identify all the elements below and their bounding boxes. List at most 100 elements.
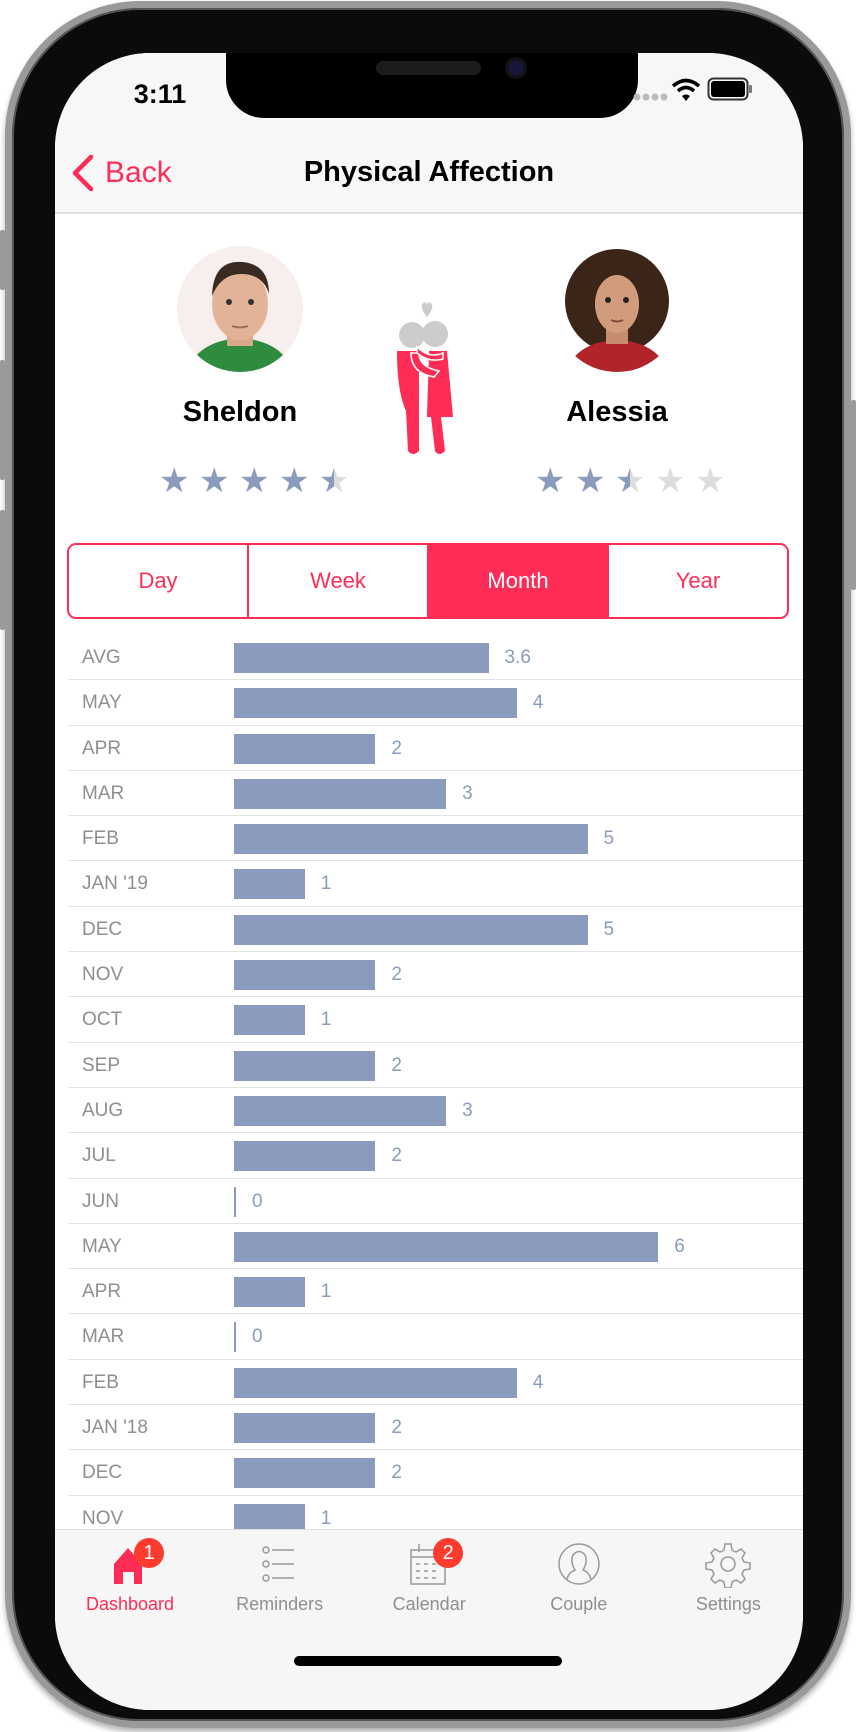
- table-row[interactable]: MAY 4: [68, 680, 803, 726]
- row-label: DEC: [82, 1462, 123, 1484]
- table-row[interactable]: MAR 3: [68, 771, 803, 817]
- row-value: 2: [391, 964, 402, 986]
- tab-calendar[interactable]: Calendar 2: [354, 1530, 504, 1640]
- row-value: 4: [532, 692, 544, 714]
- row-value: 5: [603, 918, 615, 940]
- bar: [234, 1413, 376, 1444]
- volume-down-button: [0, 510, 5, 630]
- tab-settings[interactable]: Settings: [653, 1530, 803, 1640]
- row-value: 5: [603, 828, 615, 850]
- row-label: AUG: [82, 1099, 124, 1121]
- row-value: 6: [674, 1235, 685, 1257]
- row-value: 0: [252, 1326, 263, 1348]
- row-label: FEB: [82, 828, 119, 850]
- table-row[interactable]: JAN '18 2: [68, 1405, 803, 1451]
- row-value: 4: [532, 1371, 544, 1393]
- period-segmented-control: Day Week Month Year: [67, 543, 789, 619]
- table-row[interactable]: JUL 2: [68, 1133, 803, 1179]
- mute-switch: [0, 230, 5, 290]
- avatar-alessia[interactable]: [554, 246, 680, 372]
- bar-list: AVG 3.6 MAY 4 APR 2 MAR 3 FEB 5 JAN '19 1 DEC 5 NOV 2 OC…: [55, 635, 803, 1541]
- table-row[interactable]: JUN 0: [68, 1179, 803, 1224]
- table-row[interactable]: NOV 2: [68, 952, 803, 998]
- table-row[interactable]: FEB 4: [68, 1360, 803, 1406]
- row-value: 2: [391, 1462, 402, 1484]
- tab-couple[interactable]: Couple: [504, 1530, 654, 1640]
- bar: [234, 824, 588, 855]
- bar: [234, 1186, 236, 1217]
- row-label: DEC: [82, 918, 123, 940]
- row-label: NOV: [82, 964, 124, 986]
- row-label: JAN '18: [82, 1417, 148, 1439]
- star-fill: ★: [319, 465, 334, 497]
- row-label: AVG: [82, 647, 121, 668]
- table-row[interactable]: APR 2: [68, 726, 803, 771]
- row-value: 1: [320, 1281, 332, 1303]
- segment-year[interactable]: Year: [607, 545, 787, 617]
- row-value: 3: [462, 1099, 473, 1121]
- row-label: JAN '19: [82, 873, 148, 895]
- avatar-sheldon[interactable]: [177, 246, 303, 372]
- table-row[interactable]: SEP 2: [68, 1043, 803, 1088]
- star-fill: ★: [535, 465, 565, 497]
- segment-month[interactable]: Month: [427, 545, 607, 617]
- couple-hug-icon: [397, 302, 453, 454]
- tab-reminders[interactable]: Reminders: [205, 1530, 355, 1640]
- table-row[interactable]: MAR 0: [68, 1314, 803, 1360]
- row-label: FEB: [82, 1371, 119, 1393]
- star-icon: ★★: [319, 462, 350, 500]
- page-title: Physical Affection: [303, 156, 555, 188]
- signal-icon: [633, 93, 668, 101]
- row-label: MAR: [82, 1326, 125, 1348]
- row-value: 1: [320, 1009, 332, 1031]
- row-label: JUL: [82, 1145, 116, 1167]
- rating-stars-alessia: ★★★★★★★★★★: [535, 462, 725, 500]
- power-button: [851, 400, 856, 590]
- bar: [234, 1095, 447, 1126]
- row-value: 2: [391, 737, 402, 759]
- bar: [234, 1458, 376, 1489]
- segment-day[interactable]: Day: [69, 545, 247, 617]
- row-value: 3.6: [504, 647, 531, 668]
- star-fill: ★: [615, 465, 630, 497]
- row-label: OCT: [82, 1009, 123, 1031]
- table-row[interactable]: APR 1: [68, 1269, 803, 1315]
- wifi-icon: [671, 78, 701, 101]
- row-label: MAR: [82, 782, 125, 804]
- table-row[interactable]: DEC 5: [68, 907, 803, 953]
- star-fill: ★: [239, 465, 269, 497]
- row-value: 3: [462, 782, 473, 804]
- table-row[interactable]: DEC 2: [68, 1450, 803, 1496]
- star-icon: ★★: [655, 462, 686, 500]
- table-row[interactable]: FEB 5: [68, 816, 803, 862]
- row-label: APR: [82, 1281, 122, 1303]
- row-value: 2: [391, 1417, 402, 1439]
- table-row[interactable]: AVG 3.6: [68, 635, 803, 681]
- row-value: 2: [391, 1145, 402, 1167]
- volume-up-button: [0, 360, 5, 480]
- tab-dashboard[interactable]: Dashboard 1: [55, 1530, 205, 1640]
- table-row[interactable]: AUG 3: [68, 1088, 803, 1134]
- person-circle-icon: [558, 1543, 600, 1585]
- star-icon: ★★: [159, 462, 190, 500]
- tab-label: Settings: [695, 1594, 761, 1614]
- status-time: 3:11: [133, 79, 187, 109]
- list-icon: [261, 1546, 294, 1582]
- segment-week[interactable]: Week: [247, 545, 427, 617]
- star-icon: ★★: [199, 462, 230, 500]
- screen: Back Physical Affection 3:11 Sheldon Ale…: [55, 53, 803, 1710]
- partner-name-sheldon: Sheldon: [182, 396, 298, 428]
- gear-icon: [705, 1543, 752, 1588]
- bar: [234, 1322, 236, 1353]
- notch: [226, 53, 638, 118]
- bar: [234, 869, 305, 900]
- table-row[interactable]: OCT 1: [68, 997, 803, 1043]
- tab-bar: Dashboard 1 Reminders Calendar 2 Couple Settin…: [55, 1529, 803, 1710]
- row-value: 0: [252, 1190, 263, 1212]
- table-row[interactable]: JAN '19 1: [68, 861, 803, 907]
- bar: [234, 688, 517, 719]
- row-label: JUN: [82, 1190, 119, 1212]
- row-value: 1: [320, 1507, 332, 1529]
- notification-badge: 1: [134, 1538, 164, 1568]
- table-row[interactable]: MAY 6: [68, 1224, 803, 1270]
